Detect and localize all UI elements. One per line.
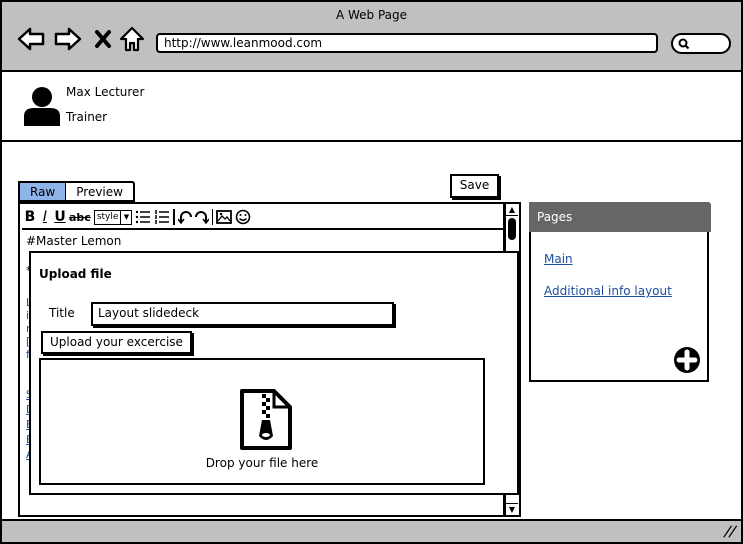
numbered-list-icon — [155, 210, 170, 224]
dialog-title: Upload file — [39, 267, 112, 281]
forward-button[interactable] — [53, 24, 83, 54]
status-bar: // — [2, 519, 741, 542]
tab-raw[interactable]: Raw — [18, 181, 66, 202]
bulleted-list-icon — [136, 210, 151, 224]
toolbar-divider — [173, 209, 175, 225]
page-link-additional-info-layout[interactable]: Additional info layout — [544, 284, 672, 298]
user-name: Max Lecturer — [66, 85, 145, 99]
back-arrow-icon — [17, 27, 45, 51]
stop-button[interactable] — [88, 24, 118, 54]
tab-preview[interactable]: Preview — [65, 181, 135, 202]
plus-circle-icon[interactable] — [673, 346, 701, 374]
editor-toolbar: B I U abc style ▼ — [22, 206, 503, 230]
strikethrough-icon: abc — [69, 210, 91, 224]
browser-window: A Web Page http://www.leanmood.com Max L… — [0, 0, 743, 544]
url-bar[interactable]: http://www.leanmood.com — [156, 33, 658, 53]
title-label: Title — [49, 306, 75, 320]
underline-button[interactable]: U — [54, 208, 66, 226]
resize-grip-icon[interactable]: // — [722, 524, 738, 540]
user-role: Trainer — [66, 110, 108, 124]
bold-icon: B — [24, 209, 36, 225]
browser-toolbar: A Web Page http://www.leanmood.com — [2, 2, 741, 72]
pages-panel: Pages Main Additional info layout — [529, 202, 711, 382]
underline-icon: U — [54, 209, 66, 225]
undo-button[interactable] — [177, 208, 192, 226]
forward-arrow-icon — [54, 27, 82, 51]
redo-icon — [194, 211, 209, 224]
page-link-main[interactable]: Main — [544, 252, 573, 266]
pages-panel-header: Pages — [529, 202, 711, 232]
image-button[interactable] — [216, 208, 233, 226]
scroll-up-arrow-icon[interactable]: ▲ — [506, 204, 518, 216]
editor-first-line: #Master Lemon — [26, 234, 122, 248]
image-icon — [216, 210, 233, 224]
save-button[interactable]: Save — [450, 174, 499, 198]
file-dropzone[interactable]: Drop your file here — [39, 358, 485, 485]
window-title: A Web Page — [335, 8, 408, 22]
style-select-label: style — [96, 212, 119, 222]
user-header: Max Lecturer Trainer — [2, 72, 741, 142]
undo-icon — [177, 211, 192, 224]
dropzone-text: Drop your file here — [205, 456, 319, 470]
zip-file-icon — [240, 389, 292, 450]
toolbar-divider — [211, 209, 214, 225]
chevron-down-icon: ▼ — [120, 210, 131, 224]
search-icon — [678, 38, 690, 50]
scrollbar-thumb[interactable] — [508, 218, 516, 240]
search-field[interactable] — [671, 33, 731, 54]
home-button[interactable] — [117, 24, 147, 54]
title-input[interactable]: Layout slidedeck — [91, 302, 394, 326]
smiley-icon — [236, 209, 251, 225]
user-avatar-icon — [24, 87, 60, 126]
numbered-list-button[interactable] — [154, 208, 170, 226]
strikethrough-button[interactable]: abc — [69, 208, 91, 226]
italic-icon: I — [42, 209, 48, 225]
editor-tabs: Raw Preview — [18, 181, 135, 202]
style-select[interactable]: style ▼ — [93, 209, 133, 225]
back-button[interactable] — [16, 24, 46, 54]
home-icon — [119, 26, 145, 52]
upload-file-dialog: Upload file Title Layout slidedeck Uploa… — [29, 251, 519, 495]
scroll-down-arrow-icon[interactable]: ▼ — [506, 503, 518, 515]
upload-exercise-button[interactable]: Upload your excercise — [41, 331, 192, 354]
bold-button[interactable]: B — [24, 208, 36, 226]
emoji-button[interactable] — [235, 208, 251, 226]
close-x-icon — [95, 30, 111, 48]
italic-button[interactable]: I — [39, 208, 51, 226]
redo-button[interactable] — [194, 208, 209, 226]
bulleted-list-button[interactable] — [135, 208, 151, 226]
